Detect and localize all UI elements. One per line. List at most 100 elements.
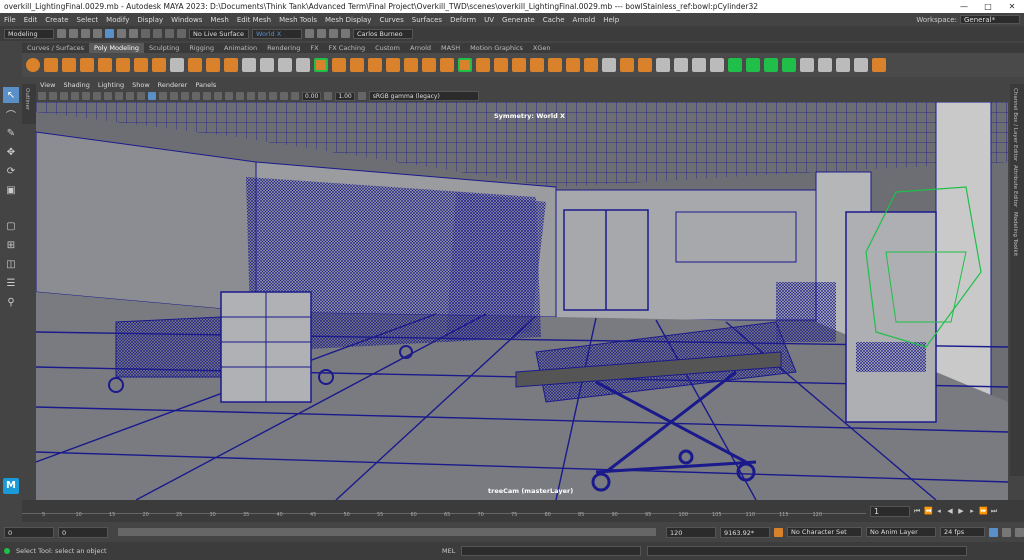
- viewport[interactable]: Symmetry: World X treeCam (masterLayer): [36, 102, 1008, 500]
- command-line-input[interactable]: [461, 546, 642, 556]
- shelf-tab-rendering[interactable]: Rendering: [262, 43, 305, 53]
- outliner-layout-icon[interactable]: ☰: [3, 275, 19, 291]
- menu-mesh[interactable]: Mesh: [206, 16, 232, 24]
- user-account[interactable]: Carlos Burneo: [353, 28, 413, 39]
- symmetry-select[interactable]: World X: [252, 28, 302, 39]
- mel-label[interactable]: MEL: [442, 547, 455, 555]
- target-weld-icon[interactable]: [458, 58, 472, 72]
- assign-material-icon[interactable]: [746, 58, 760, 72]
- motion-blur-icon[interactable]: [225, 92, 233, 100]
- camera-attributes-icon[interactable]: [49, 92, 57, 100]
- super-shape-icon[interactable]: [170, 58, 184, 72]
- anim-layer-select[interactable]: No Anim Layer: [866, 527, 936, 537]
- channel-box-tab[interactable]: Channel Box / Layer Editor: [1012, 88, 1018, 161]
- xray-components-icon[interactable]: [280, 92, 288, 100]
- poly-disc-icon[interactable]: [134, 58, 148, 72]
- soften-edge-icon[interactable]: [620, 58, 634, 72]
- step-back-key-icon[interactable]: ⏪: [924, 507, 933, 515]
- quad-draw-icon[interactable]: [692, 58, 706, 72]
- boolean-icon[interactable]: [296, 58, 310, 72]
- shelf-tab-arnold[interactable]: Arnold: [405, 43, 436, 53]
- fill-hole-icon[interactable]: [386, 58, 400, 72]
- shelf-tab-rigging[interactable]: Rigging: [184, 43, 219, 53]
- poly-sphere-icon[interactable]: [26, 58, 40, 72]
- undo-icon[interactable]: [81, 29, 90, 38]
- paint-select-tool-icon[interactable]: ✎: [3, 125, 19, 141]
- xray-icon[interactable]: [258, 92, 266, 100]
- loop-icon[interactable]: [989, 527, 998, 537]
- shelf-tab-motion-graphics[interactable]: Motion Graphics: [465, 43, 528, 53]
- menu-windows[interactable]: Windows: [167, 16, 206, 24]
- platonic-solid-icon[interactable]: [152, 58, 166, 72]
- gate-mask-icon[interactable]: [115, 92, 123, 100]
- playback-end-field[interactable]: 120: [666, 526, 716, 538]
- menu-curves[interactable]: Curves: [375, 16, 407, 24]
- uv-shell-icon[interactable]: [764, 58, 778, 72]
- menu-mesh-display[interactable]: Mesh Display: [321, 16, 375, 24]
- snap-view-icon[interactable]: [177, 29, 186, 38]
- menu-arnold[interactable]: Arnold: [569, 16, 600, 24]
- shelf-tab-fx-caching[interactable]: FX Caching: [324, 43, 371, 53]
- live-surface-select[interactable]: No Live Surface: [189, 28, 249, 39]
- merge-icon[interactable]: [422, 58, 436, 72]
- render-settings-icon[interactable]: [329, 29, 338, 38]
- menu-cache[interactable]: Cache: [539, 16, 569, 24]
- step-forward-frame-icon[interactable]: ▸: [968, 507, 976, 515]
- two-view-icon[interactable]: ◫: [3, 256, 19, 272]
- panel-menu-lighting[interactable]: Lighting: [94, 80, 128, 90]
- wireframe-on-shaded-icon[interactable]: [170, 92, 178, 100]
- svg-icon[interactable]: [224, 58, 238, 72]
- combine-icon[interactable]: [242, 58, 256, 72]
- shelf-tab-xgen[interactable]: XGen: [528, 43, 556, 53]
- type-icon[interactable]: [206, 58, 220, 72]
- insert-edge-loop-icon[interactable]: [674, 58, 688, 72]
- sculpt-icon[interactable]: [872, 58, 886, 72]
- gamma-field[interactable]: 1.00: [335, 91, 355, 101]
- multi-cut-icon[interactable]: [656, 58, 670, 72]
- planar-map-icon[interactable]: [530, 58, 544, 72]
- append-icon[interactable]: [404, 58, 418, 72]
- menu-generate[interactable]: Generate: [498, 16, 539, 24]
- play-backward-icon[interactable]: ◀: [946, 507, 954, 515]
- spherical-map-icon[interactable]: [584, 58, 598, 72]
- harden-edge-icon[interactable]: [638, 58, 652, 72]
- shelf-tab-custom[interactable]: Custom: [370, 43, 405, 53]
- auto-key-icon[interactable]: [774, 527, 783, 537]
- move-tool-icon[interactable]: ✥: [3, 144, 19, 160]
- view-transform-select[interactable]: sRGB gamma (legacy): [368, 91, 479, 101]
- lasso-tool-icon[interactable]: ⌒: [3, 106, 19, 122]
- time-slider[interactable]: 5 10 15 20 25 30 35 40 45 50 55 60 65 70 75 80 85 90 95 100…: [22, 500, 866, 522]
- panel-menu-panels[interactable]: Panels: [191, 80, 220, 90]
- outliner-side-tab[interactable]: Outliner: [22, 84, 36, 124]
- quadrangulate-icon[interactable]: [836, 58, 850, 72]
- modeling-toolkit-tab[interactable]: Modeling Toolkit: [1012, 212, 1018, 256]
- poly-plane-icon[interactable]: [116, 58, 130, 72]
- shelf-tab-animation[interactable]: Animation: [219, 43, 262, 53]
- menu-surfaces[interactable]: Surfaces: [408, 16, 446, 24]
- select-by-hierarchy-icon[interactable]: [105, 29, 114, 38]
- range-bar[interactable]: [118, 528, 656, 536]
- hypershade-icon[interactable]: [341, 29, 350, 38]
- color-management-icon[interactable]: [357, 92, 366, 100]
- uv-editor-icon[interactable]: [602, 58, 616, 72]
- menu-help[interactable]: Help: [599, 16, 623, 24]
- reduce-icon[interactable]: [854, 58, 868, 72]
- snap-curve-icon[interactable]: [153, 29, 162, 38]
- menu-display[interactable]: Display: [133, 16, 167, 24]
- field-chart-icon[interactable]: [126, 92, 134, 100]
- playback-start-field[interactable]: 0: [58, 526, 108, 538]
- grid-icon[interactable]: [82, 92, 90, 100]
- shelf-tab-curves-surfaces[interactable]: Curves / Surfaces: [22, 43, 89, 53]
- image-plane-icon[interactable]: [71, 92, 79, 100]
- menu-edit[interactable]: Edit: [20, 16, 42, 24]
- play-forward-icon[interactable]: ▶: [957, 507, 965, 515]
- menuset-select[interactable]: Modeling: [4, 28, 54, 39]
- fps-select[interactable]: 24 fps: [940, 527, 985, 537]
- select-by-object-icon[interactable]: [117, 29, 126, 38]
- single-view-icon[interactable]: ▢: [3, 218, 19, 234]
- bevel-icon[interactable]: [368, 58, 382, 72]
- select-tool-icon[interactable]: ↖: [3, 87, 19, 103]
- go-to-start-icon[interactable]: ⏮: [913, 507, 921, 515]
- snap-point-icon[interactable]: [165, 29, 174, 38]
- safe-action-icon[interactable]: [137, 92, 145, 100]
